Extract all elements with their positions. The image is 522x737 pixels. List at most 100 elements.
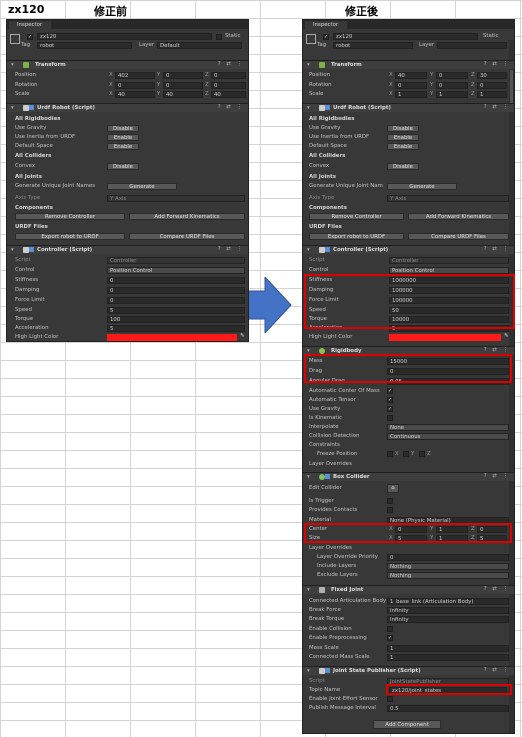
default-space-enable-button[interactable]: Enable (387, 143, 419, 150)
scale-z[interactable]: 40 (211, 91, 246, 98)
break-torque-field[interactable]: Infinity (387, 616, 509, 623)
controller-header[interactable]: ▾ Controller (Script) ? ⇄ ⋮ (303, 245, 514, 254)
is-kinematic-checkbox[interactable] (387, 415, 393, 421)
rotation-y[interactable]: 0 (163, 82, 203, 89)
convex-disable-button[interactable]: Disable (107, 163, 139, 170)
position-y[interactable]: 0 (436, 72, 468, 79)
add-component-button[interactable]: Add Component (373, 720, 441, 729)
generate-button[interactable]: Generate (107, 183, 177, 190)
inspector-tab[interactable]: Inspector (9, 21, 51, 29)
exclude-layers-dropdown[interactable]: Nothing (387, 572, 509, 579)
box-collider-header[interactable]: ▾ Box Collider ? ⇄ ⋮ (303, 472, 514, 481)
mass-scale-field[interactable]: 1 (387, 645, 509, 652)
edit-collider-icon[interactable]: ⌂ (387, 484, 399, 493)
control-dropdown[interactable]: Position Control (389, 267, 509, 274)
use-inertia-enable-button[interactable]: Enable (107, 134, 139, 141)
position-x[interactable]: 40 (395, 72, 427, 79)
is-trigger-checkbox[interactable] (387, 498, 393, 504)
scale-y[interactable]: 1 (436, 91, 468, 98)
use-gravity-disable-button[interactable]: Disable (107, 125, 139, 132)
connected-mass-scale-field[interactable]: 1 (387, 654, 509, 661)
torque-field[interactable]: 100 (107, 316, 245, 323)
enable-joint-effort-checkbox[interactable] (387, 696, 393, 702)
highlight-color-swatch[interactable] (389, 334, 501, 341)
before-title: 修正前 (94, 5, 127, 18)
scale-y[interactable]: 40 (163, 91, 203, 98)
rotation-y[interactable]: 0 (436, 82, 468, 89)
inspector-tab[interactable]: Inspector (305, 21, 347, 29)
position-x[interactable]: 402 (115, 72, 155, 79)
axis-type-dropdown[interactable]: Y Axis (107, 195, 245, 202)
controller-header[interactable]: ▾ Controller (Script) ? ⇄ ⋮ (7, 245, 248, 254)
rotation-z[interactable]: 0 (211, 82, 246, 89)
urdf-robot-header[interactable]: ▾ Urdf Robot (Script) ? ⇄ ⋮ (303, 103, 514, 112)
rb-use-gravity-checkbox[interactable]: ✓ (387, 406, 393, 412)
object-name-field[interactable]: zx120 (333, 33, 478, 40)
freeze-z-checkbox[interactable] (419, 451, 425, 457)
layer-override-priority-field[interactable]: 0 (387, 554, 509, 561)
break-force-field[interactable]: Infinity (387, 607, 509, 614)
static-checkbox[interactable] (216, 34, 222, 40)
rotation-z[interactable]: 0 (477, 82, 507, 89)
auto-center-checkbox[interactable]: ✓ (387, 388, 393, 394)
remove-controller-button[interactable]: Remove Controller (15, 213, 125, 220)
enable-preprocessing-checkbox[interactable]: ✓ (387, 635, 393, 641)
collision-detection-dropdown[interactable]: Continuous (387, 433, 509, 440)
layer-dropdown[interactable]: Default (157, 42, 242, 49)
default-space-enable-button[interactable]: Enable (107, 143, 139, 150)
add-forward-kinematics-button[interactable]: Add Forward Kinematics (408, 213, 509, 220)
scale-x[interactable]: 1 (395, 91, 427, 98)
damping-field[interactable]: 0 (107, 287, 245, 294)
tag-dropdown[interactable]: robot (333, 42, 413, 49)
scale-x[interactable]: 40 (115, 91, 155, 98)
include-layers-dropdown[interactable]: Nothing (387, 563, 509, 570)
scale-z[interactable]: 1 (477, 91, 507, 98)
speed-field[interactable]: 5 (107, 307, 245, 314)
auto-tensor-checkbox[interactable]: ✓ (387, 397, 393, 403)
export-urdf-button[interactable]: Export robot to URDF (309, 233, 404, 240)
rb-layer-overrides-label[interactable]: Layer Overrides (309, 461, 352, 467)
export-urdf-button[interactable]: Export robot to URDF (15, 233, 125, 240)
rotation-x[interactable]: 0 (395, 82, 427, 89)
freeze-x-checkbox[interactable] (387, 451, 393, 457)
active-checkbox[interactable]: ✓ (323, 34, 329, 40)
stiffness-field[interactable]: 0 (107, 277, 245, 284)
layer-dropdown[interactable] (437, 42, 507, 49)
eyedropper-icon[interactable]: ✎ (240, 333, 245, 339)
transform-header[interactable]: ▾ Transform ? ⇄ ⋮ (7, 60, 248, 69)
remove-controller-button[interactable]: Remove Controller (309, 213, 404, 220)
controller-title: Controller (Script) (333, 247, 389, 253)
joint-state-publisher-header[interactable]: ▾ Joint State Publisher (Script) ? ⇄ ⋮ (303, 666, 514, 675)
compare-urdf-button[interactable]: Compare URDF Files (129, 233, 245, 240)
force-limit-field[interactable]: 0 (107, 297, 245, 304)
interpolate-dropdown[interactable]: None (387, 424, 509, 431)
enable-collision-checkbox[interactable] (387, 626, 393, 632)
transform-header[interactable]: ▾ Transform ? ⇄ ⋮ (303, 60, 514, 69)
convex-disable-button[interactable]: Disable (387, 163, 419, 170)
object-name-field[interactable]: zx120 (37, 33, 212, 40)
eyedropper-icon[interactable]: ✎ (504, 333, 509, 339)
highlight-color-swatch[interactable] (107, 334, 237, 341)
control-dropdown[interactable]: Position Control (107, 267, 245, 274)
scrollbar[interactable] (509, 40, 514, 733)
active-checkbox[interactable]: ✓ (27, 34, 33, 40)
connected-body-field[interactable]: 1_base_link (Articulation Body) (387, 598, 509, 605)
compare-urdf-button[interactable]: Compare URDF Files (408, 233, 509, 240)
generate-button[interactable]: Generate (387, 183, 457, 190)
provides-contacts-checkbox[interactable] (387, 507, 393, 513)
position-z[interactable]: 0 (211, 72, 246, 79)
fixed-joint-header[interactable]: ▾ Fixed Joint ? ⇄ ⋮ (303, 585, 514, 594)
urdf-robot-header[interactable]: ▾ Urdf Robot (Script) ? ⇄ ⋮ (7, 103, 248, 112)
bc-layer-overrides-label[interactable]: Layer Overrides (309, 545, 352, 551)
position-z[interactable]: 30 (477, 72, 507, 79)
acceleration-field[interactable]: 5 (107, 325, 245, 332)
use-gravity-disable-button[interactable]: Disable (387, 125, 419, 132)
add-forward-kinematics-button[interactable]: Add Forward Kinematics (129, 213, 245, 220)
use-inertia-enable-button[interactable]: Enable (387, 134, 419, 141)
tag-dropdown[interactable]: robot (37, 42, 132, 49)
axis-type-dropdown[interactable]: Y Axis (387, 195, 509, 202)
publish-interval-field[interactable]: 0.5 (387, 705, 509, 712)
freeze-y-checkbox[interactable] (403, 451, 409, 457)
rotation-x[interactable]: 0 (115, 82, 155, 89)
position-y[interactable]: 0 (163, 72, 203, 79)
